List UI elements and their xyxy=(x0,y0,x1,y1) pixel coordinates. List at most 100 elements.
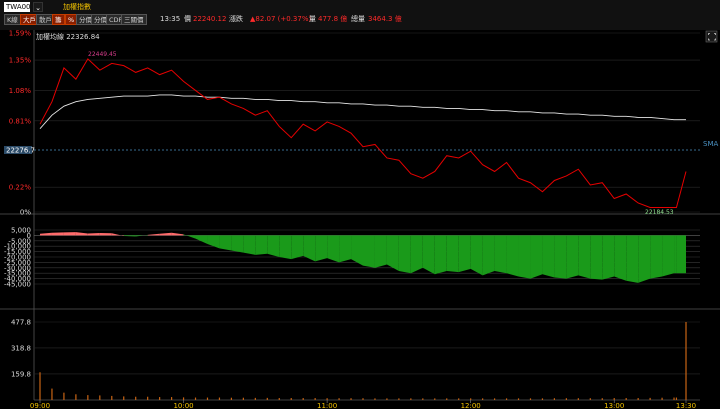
net-bar xyxy=(626,235,639,283)
volume-bar xyxy=(661,397,663,400)
volume-tick-label: 318.8 xyxy=(11,344,31,352)
price-tick-label: 1.08% xyxy=(9,87,32,95)
net-bar xyxy=(63,232,76,236)
volume-bar xyxy=(39,372,41,400)
volume-bar xyxy=(398,398,400,400)
volume-bar xyxy=(673,397,675,400)
volume-bar xyxy=(338,398,340,400)
net-bar xyxy=(566,235,579,279)
volume-bar xyxy=(99,395,101,400)
price-tick-label: 0% xyxy=(20,209,31,217)
kline-button[interactable]: K線 xyxy=(4,14,21,25)
average-line-legend: 加權均線 22326.84 xyxy=(36,32,100,41)
net-axis: 5,0000-5,000-10,000-15,000-20,000-25,000… xyxy=(4,227,31,289)
volume-bar xyxy=(601,398,603,400)
net-bar xyxy=(40,232,52,236)
net-bar xyxy=(159,232,172,236)
net-bar xyxy=(482,235,495,276)
low-label: 22184.53 xyxy=(645,209,674,216)
net-bar xyxy=(87,233,100,236)
net-bar xyxy=(147,233,160,236)
net-bar xyxy=(255,235,268,255)
price-tick-label: 0.22% xyxy=(9,184,32,192)
sma-label: SMA xyxy=(703,140,718,148)
net-bar xyxy=(446,235,459,273)
volume-tick-label: 159.8 xyxy=(11,370,31,378)
volume-bar xyxy=(111,395,113,400)
price-value: 22240.12 xyxy=(193,15,227,23)
volume-bar xyxy=(75,394,77,400)
time-axis: 09:00 10:00 11:00 12:00 13:00 13:30 xyxy=(30,400,696,409)
net-bar xyxy=(422,235,435,275)
volume-bar xyxy=(159,397,161,400)
price-lines xyxy=(39,58,687,208)
volume-bars xyxy=(39,322,687,400)
net-bar xyxy=(650,235,663,279)
volume-bar xyxy=(362,398,364,400)
time-tick-label: 09:00 xyxy=(30,402,50,409)
time-tick-label: 12:00 xyxy=(461,402,481,409)
volume-bar xyxy=(541,398,544,400)
net-bar xyxy=(662,235,675,277)
price-axis: 1.59% 1.35% 1.08% 0.81% 0.22% 0% xyxy=(9,30,32,217)
volume-bar xyxy=(613,398,615,400)
volume-bar xyxy=(589,398,591,400)
net-bars xyxy=(40,232,686,283)
net-bar xyxy=(351,235,363,266)
symbol-input[interactable]: TWA00 xyxy=(4,2,31,12)
net-bar xyxy=(291,235,304,260)
symbol-name: 加權指數 xyxy=(63,3,91,11)
time-tick-label: 13:00 xyxy=(604,402,624,409)
volume-bar xyxy=(410,398,412,400)
volume-bar xyxy=(254,397,256,400)
three-levels-button[interactable]: 三關價 xyxy=(121,14,147,25)
volume-bar xyxy=(123,396,125,400)
volume-bar xyxy=(242,397,244,400)
volume-bar xyxy=(147,396,149,400)
symbol-dropdown-button[interactable]: ⌄ xyxy=(33,2,43,12)
expand-icon[interactable] xyxy=(705,30,718,43)
volume-label: 量 xyxy=(309,15,316,23)
net-bar xyxy=(123,235,136,237)
net-bar xyxy=(494,235,507,274)
net-bar xyxy=(614,235,627,281)
volume-bar xyxy=(182,397,185,400)
net-bar xyxy=(506,235,519,277)
reference-value: 22276.7 xyxy=(6,147,35,155)
net-bar xyxy=(279,235,292,260)
net-bar xyxy=(554,235,567,279)
high-label: 22449.45 xyxy=(88,51,117,58)
volume-bar xyxy=(470,398,472,400)
volume-bar xyxy=(553,398,556,400)
net-bar xyxy=(219,235,232,251)
net-bar xyxy=(542,235,555,278)
net-bar xyxy=(183,234,196,239)
volume-bar xyxy=(290,398,292,400)
volume-bar xyxy=(675,397,678,400)
net-bar xyxy=(267,235,280,257)
volume-bar xyxy=(637,398,639,400)
volume-bar xyxy=(278,398,280,400)
change-value: ▲82.07 (+0.37%) xyxy=(250,15,312,23)
time-tick-label: 10:00 xyxy=(173,402,193,409)
volume-bar xyxy=(230,397,233,400)
price-label: 價 xyxy=(184,15,191,23)
net-bar xyxy=(303,235,316,262)
net-bar xyxy=(530,235,543,279)
chips-button[interactable]: 籌 xyxy=(52,14,65,25)
volume-bar xyxy=(577,398,579,400)
net-bar xyxy=(602,235,615,280)
volume-bar xyxy=(529,398,532,400)
price-tick-label: 1.59% xyxy=(9,30,32,38)
volume-bar xyxy=(649,397,651,400)
toolbar: TWA00 ⌄ 加權指數 K線 大戶 散戶 籌 % 分價 分價 CDP 三關價 … xyxy=(0,0,720,30)
net-bar xyxy=(674,235,677,274)
volume-bar xyxy=(422,398,424,400)
net-bar xyxy=(410,235,423,274)
net-bar xyxy=(75,232,88,236)
volume-bar xyxy=(517,398,520,400)
net-bar xyxy=(315,235,328,262)
volume-bar xyxy=(218,397,221,400)
net-bar xyxy=(638,235,651,283)
current-time: 13:35 xyxy=(160,15,181,23)
